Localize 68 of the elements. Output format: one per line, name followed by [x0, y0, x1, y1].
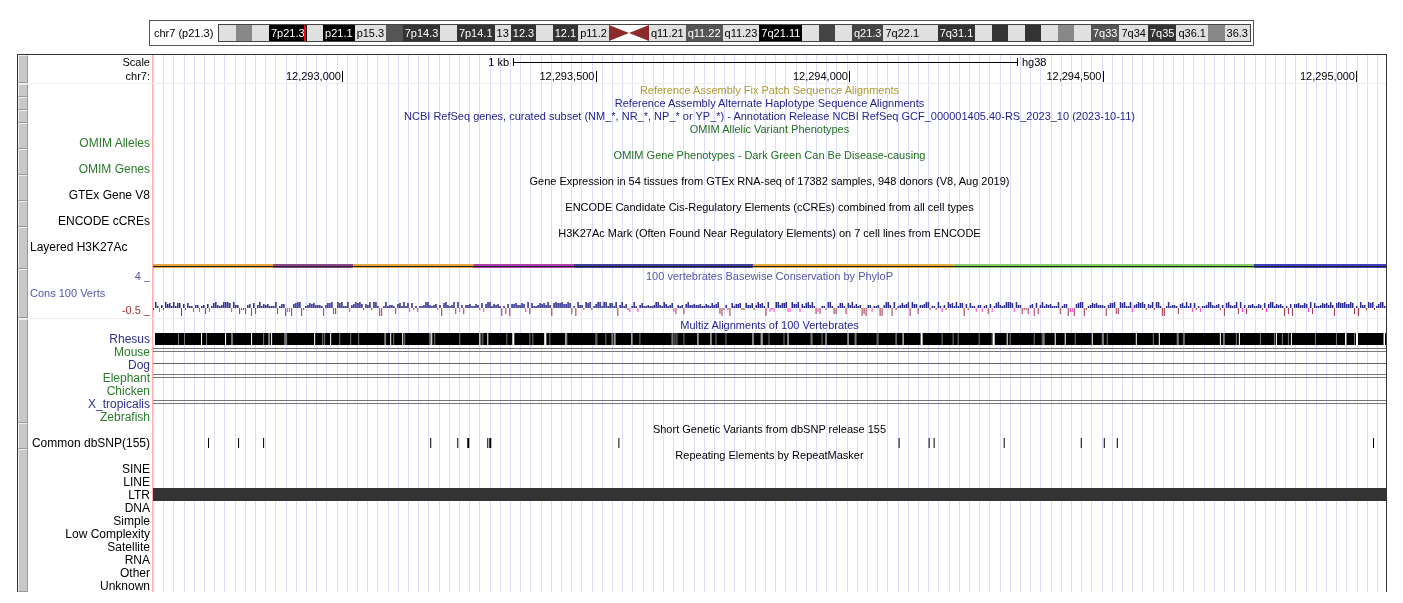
track-label[interactable]: Common dbSNP(155)	[31, 436, 150, 449]
coordinate-label: 12,295,000	[1299, 70, 1357, 82]
chromosome-band[interactable]: 7p14.3	[402, 25, 441, 41]
track-label[interactable]: SINE	[122, 462, 150, 475]
track-title: Repeating Elements by RepeatMasker	[675, 450, 864, 461]
track-label[interactable]: ENCODE cCREs	[58, 214, 150, 227]
assembly-label: hg38	[1021, 56, 1047, 68]
track-label[interactable]: LINE	[123, 475, 150, 488]
track-label[interactable]: Simple	[113, 514, 150, 527]
track-title: Gene Expression in 54 tissues from GTEx RNA-seq of 17382 samples, 948 donors (V8, Aug 2019)	[529, 176, 1010, 187]
chromosome-band[interactable]: 7p14.1	[456, 25, 495, 41]
track-label[interactable]: Rhesus	[109, 332, 150, 345]
coordinate-label: 12,294,000	[792, 70, 850, 82]
track-title: NCBI RefSeq genes, curated subset (NM_*, NR_*, NP_* or YP_*) - Annotation Release NCBI RefSeq GCF_000001405.40-RS_2023_10 (2023-10-11)	[404, 111, 1135, 122]
track-title: Short Genetic Variants from dbSNP release 155	[652, 424, 887, 435]
track-title: Reference Assembly Fix Patch Sequence Alignments	[639, 85, 900, 96]
scale-label: Scale	[122, 56, 150, 68]
chromosome-band[interactable]: 36.3	[1224, 25, 1250, 41]
track-label[interactable]: Mouse	[113, 345, 150, 358]
track-title: H3K27Ac Mark (Often Found Near Regulatory Elements) on 7 cell lines from ENCODE	[558, 228, 981, 239]
track-label[interactable]: OMIM Genes	[78, 162, 150, 175]
chromosome-band[interactable]: q11.21	[648, 25, 686, 41]
track-label[interactable]: Dog	[128, 358, 150, 371]
track-label[interactable]: Satellite	[107, 540, 150, 553]
chromosome-band[interactable]: q11.22	[685, 25, 723, 41]
track-label[interactable]: Low Complexity	[65, 527, 150, 540]
track-label[interactable]: Chicken	[106, 384, 150, 397]
track-title: OMIM Gene Phenotypes - Dark Green Can Be Disease-causing	[613, 150, 926, 161]
track-label[interactable]: Unknown	[99, 579, 150, 592]
chromosome-band[interactable]: 7q33	[1091, 25, 1120, 41]
chromosome-band[interactable]: 12.1	[552, 25, 579, 41]
track-label[interactable]: Cons 100 Verts	[28, 288, 106, 299]
chromosome-band[interactable]: 7q35	[1147, 25, 1177, 41]
track-label[interactable]: LTR	[128, 488, 150, 501]
axis-max-label: 4 _	[134, 271, 150, 282]
track-title: OMIM Allelic Variant Phenotypes	[689, 124, 850, 135]
coordinate-label: 12,294,500	[1046, 70, 1104, 82]
track-label[interactable]: GTEx Gene V8	[68, 188, 150, 201]
chromosome-band[interactable]: p21.1	[323, 25, 355, 41]
track-label[interactable]: Elephant	[102, 371, 150, 384]
track-title: 100 vertebrates Basewise Conservation by PhyloP	[646, 271, 893, 282]
chromosome-band[interactable]: q36.1	[1176, 25, 1208, 41]
chromosome-band[interactable]: 7p21.3	[268, 25, 307, 41]
scale-span: 1 kb	[488, 56, 509, 68]
chromosome-label: chr7 (p21.3)	[153, 25, 215, 41]
track-label[interactable]: Other	[120, 566, 150, 579]
track-label[interactable]: OMIM Alleles	[79, 136, 150, 149]
track-label[interactable]: RNA	[124, 553, 150, 566]
chromosome-band[interactable]: q21.3	[851, 25, 884, 41]
coordinate-label: 12,293,000	[285, 70, 343, 82]
axis-min-label: -0.5 _	[121, 305, 150, 316]
track-label[interactable]: X_tropicalis	[87, 397, 150, 410]
chromosome-label: chr7:	[125, 70, 150, 82]
chromosome-band[interactable]: 7q34	[1119, 25, 1148, 41]
track-title: Reference Assembly Alternate Haplotype Sequence Alignments	[614, 98, 925, 109]
chromosome-band[interactable]: 7q22.1	[883, 25, 922, 41]
track-label[interactable]: Layered H3K27Ac	[30, 240, 128, 253]
chromosome-band[interactable]: 7q21.11	[759, 25, 803, 41]
track-title: Multiz Alignments of 100 Vertebrates	[680, 320, 859, 331]
coordinate-label: 12,293,500	[539, 70, 597, 82]
track-label[interactable]: DNA	[124, 501, 150, 514]
chromosome-band[interactable]: p11.2	[578, 25, 609, 41]
track-title: ENCODE Candidate Cis-Regulatory Elements (cCREs) combined from all cell types	[565, 202, 974, 213]
chromosome-band[interactable]: q11.23	[722, 25, 760, 41]
chromosome-band[interactable]: 7q31.1	[937, 25, 976, 41]
chromosome-band[interactable]: 12.3	[510, 25, 537, 41]
chromosome-band[interactable]: p15.3	[354, 25, 387, 41]
track-label[interactable]: Zebrafish	[99, 410, 150, 423]
